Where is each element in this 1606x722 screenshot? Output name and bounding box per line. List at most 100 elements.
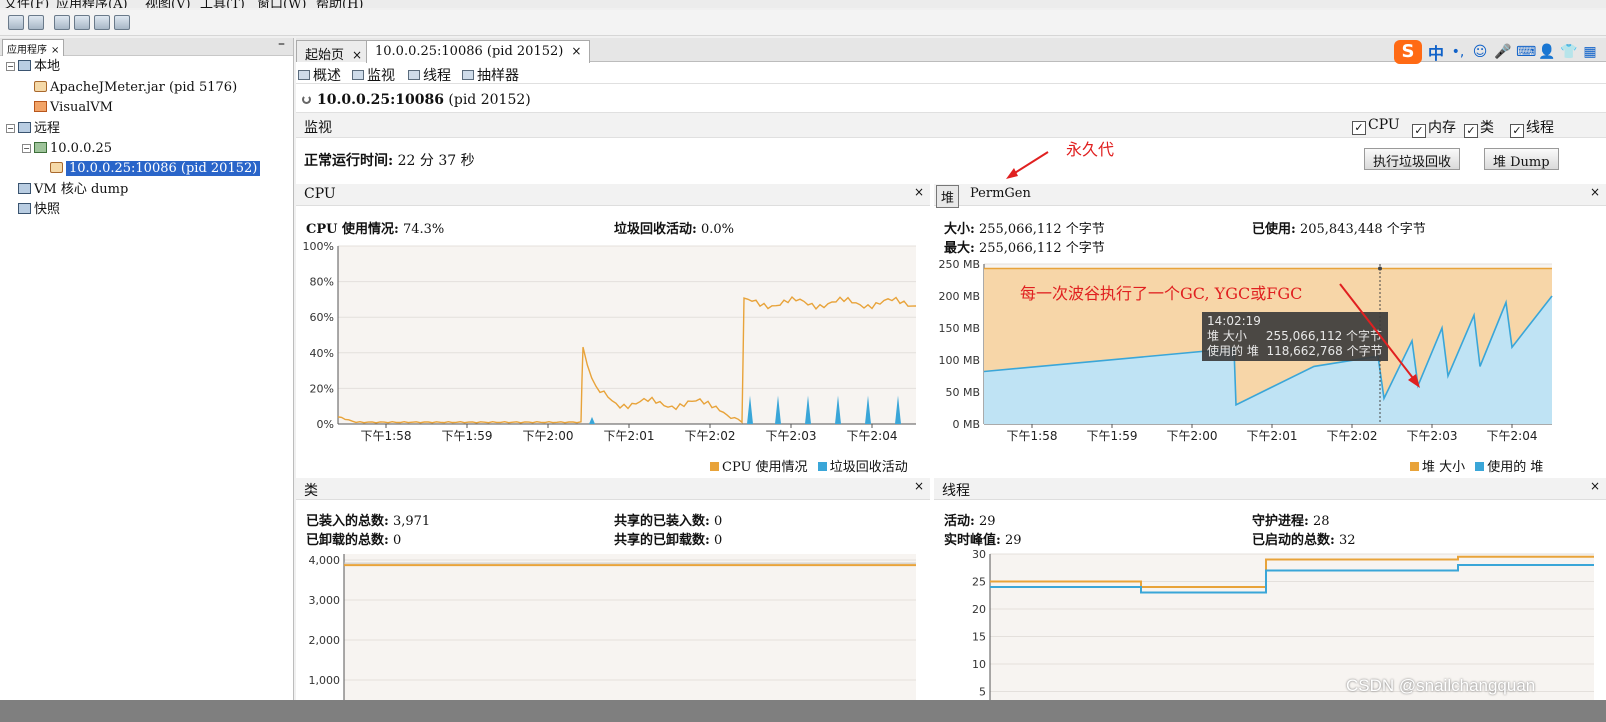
tab-process[interactable]: 10.0.0.25:10086 (pid 20152) × <box>366 40 591 63</box>
tree-local[interactable]: − 本地 <box>6 58 60 76</box>
ime-voice-icon[interactable]: 🎤 <box>1494 44 1511 60</box>
legend-heap-size: 堆 大小 <box>1422 460 1466 475</box>
collapse-icon[interactable]: − <box>22 144 31 153</box>
sampler-icon <box>462 70 474 80</box>
tree-vm-dump[interactable]: VM 核心 dump <box>18 181 128 199</box>
threads-started-stat: 已启动的总数: 32 <box>1252 529 1356 548</box>
process-pid: (pid 20152) <box>448 92 531 108</box>
minimize-icon[interactable]: – <box>278 36 285 52</box>
menu-file[interactable]: 文件(F) <box>4 0 49 8</box>
checkbox-memory[interactable]: ✓ 内存 <box>1412 117 1456 138</box>
close-icon[interactable]: × <box>914 185 924 199</box>
load-snapshot-icon[interactable] <box>114 15 130 30</box>
ime-chinese-mode-icon[interactable]: 中 <box>1428 40 1444 64</box>
add-snapshot-icon[interactable] <box>94 15 110 30</box>
ime-emoji-icon[interactable]: ☺ <box>1472 44 1488 60</box>
checkmark-icon: ✓ <box>1464 124 1478 138</box>
close-icon[interactable]: × <box>1590 185 1600 199</box>
overview-icon <box>298 70 310 80</box>
y-tick-label: 15 <box>972 631 986 644</box>
arrow-line <box>1339 283 1417 383</box>
menu-view[interactable]: 视图(V) <box>145 0 191 8</box>
java-cup-icon <box>50 162 63 173</box>
tree-process[interactable]: 10.0.0.25:10086 (pid 20152) <box>50 160 262 178</box>
sogou-logo-icon[interactable]: S <box>1393 40 1422 64</box>
tab-overview-label: 概述 <box>313 68 341 84</box>
x-tick-label: 下午1:59 <box>1087 429 1138 443</box>
tree-jmeter[interactable]: ApacheJMeter.jar (pid 5176) <box>34 79 237 97</box>
collapse-icon[interactable]: − <box>6 62 15 71</box>
y-tick-label: 30 <box>972 550 986 561</box>
perform-gc-button[interactable]: 执行垃圾回收 <box>1364 148 1461 170</box>
add-host-icon[interactable] <box>54 15 70 30</box>
tree-snapshot[interactable]: 快照 <box>18 201 60 219</box>
heap-used-stat: 已使用: 205,843,448 个字节 <box>1252 218 1426 237</box>
close-icon[interactable]: × <box>51 45 59 56</box>
heap-panel-header: 堆 PermGen × <box>934 184 1606 208</box>
legend-swatch <box>710 462 719 471</box>
ime-menu-icon[interactable]: ▦ <box>1582 44 1598 60</box>
checkmark-icon: ✓ <box>1352 121 1366 135</box>
cpu-usage-label: CPU 使用情况: <box>306 222 399 237</box>
tab-overview[interactable]: 概述 <box>298 65 341 85</box>
threads-daemon-label: 守护进程: <box>1252 514 1309 529</box>
menu-applications[interactable]: 应用程序(A) <box>56 0 128 8</box>
menu-help[interactable]: 帮助(H) <box>316 0 363 8</box>
heap-max-label: 最大: <box>944 241 975 256</box>
menubar: 文件(F) 应用程序(A) 视图(V) 工具(T) 窗口(W) 帮助(H) <box>0 0 1606 8</box>
applications-tab-label: 应用程序 <box>7 45 47 56</box>
threads-icon <box>408 70 420 80</box>
tab-permgen[interactable]: PermGen <box>966 185 1035 202</box>
snapshot-icon <box>18 203 31 214</box>
heap-legend: 堆 大小 使用的 堆 <box>1410 456 1543 475</box>
threads-peak-stat: 实时峰值: 29 <box>944 529 1022 548</box>
tab-monitor[interactable]: 监视 <box>352 65 395 85</box>
loading-icon <box>302 95 311 104</box>
tab-heap[interactable]: 堆 <box>936 185 960 208</box>
threads-live-label: 活动: <box>944 514 975 529</box>
status-bar <box>0 700 1606 722</box>
threads-started-label: 已启动的总数: <box>1252 533 1335 548</box>
checkbox-classes[interactable]: ✓ 类 <box>1464 117 1494 138</box>
open-icon[interactable] <box>8 15 24 30</box>
checkbox-threads[interactable]: ✓ 线程 <box>1510 117 1554 138</box>
checkbox-cpu[interactable]: ✓ CPU <box>1352 117 1400 135</box>
gc-activity-stat: 垃圾回收活动: 0.0% <box>614 218 734 237</box>
save-icon[interactable] <box>28 15 44 30</box>
ime-user-icon[interactable]: 👤 <box>1538 44 1555 60</box>
gc-activity-value: 0.0% <box>700 222 734 237</box>
hover-point <box>1378 266 1382 271</box>
close-icon[interactable]: × <box>914 479 924 493</box>
cpu-panel-title: CPU <box>304 186 336 202</box>
tab-threads[interactable]: 线程 <box>408 65 451 85</box>
tree-remote[interactable]: − 远程 <box>6 120 60 138</box>
heap-dump-button[interactable]: 堆 Dump <box>1484 148 1559 170</box>
plot-area <box>338 246 916 424</box>
menu-tools[interactable]: 工具(T) <box>200 0 245 8</box>
tree-remote-label: 远程 <box>34 121 61 136</box>
y-tick-label: 2,000 <box>309 634 341 647</box>
tree-host[interactable]: − 10.0.0.25 <box>22 140 112 158</box>
applications-tab[interactable]: 应用程序 × <box>2 39 65 56</box>
collapse-icon[interactable]: − <box>6 124 15 133</box>
tree-visualvm[interactable]: VisualVM <box>34 99 113 117</box>
menu-window[interactable]: 窗口(W) <box>257 0 307 8</box>
close-icon[interactable]: × <box>571 44 581 58</box>
threads-peak-value: 29 <box>1004 533 1022 548</box>
close-icon[interactable]: × <box>1590 479 1600 493</box>
ime-skin-icon[interactable]: 👕 <box>1560 44 1577 60</box>
checkbox-classes-label: 类 <box>1480 120 1494 136</box>
heap-max-stat: 最大: 255,066,112 个字节 <box>944 237 1105 256</box>
host-icon <box>34 142 47 153</box>
cpu-chart: 100% 80% 60% 40% 20% 0% 下午1:58 下午1:59 下午2:00 下午2:… <box>303 240 917 443</box>
close-icon[interactable]: × <box>352 48 362 62</box>
ime-toolbar: S 中 •, ☺ 🎤 ⌨ 👤 👕 ▦ <box>1393 40 1598 64</box>
heap-used-label: 已使用: <box>1252 222 1296 237</box>
add-jmx-icon[interactable] <box>74 15 90 30</box>
ime-keyboard-icon[interactable]: ⌨ <box>1516 44 1536 60</box>
ime-punctuation-icon[interactable]: •, <box>1450 44 1466 60</box>
tab-sampler[interactable]: 抽样器 <box>462 65 519 85</box>
tab-start-page[interactable]: 起始页 × <box>296 40 372 63</box>
classes-panel-header: 类 × <box>296 478 930 500</box>
y-tick-label: 25 <box>972 576 986 589</box>
